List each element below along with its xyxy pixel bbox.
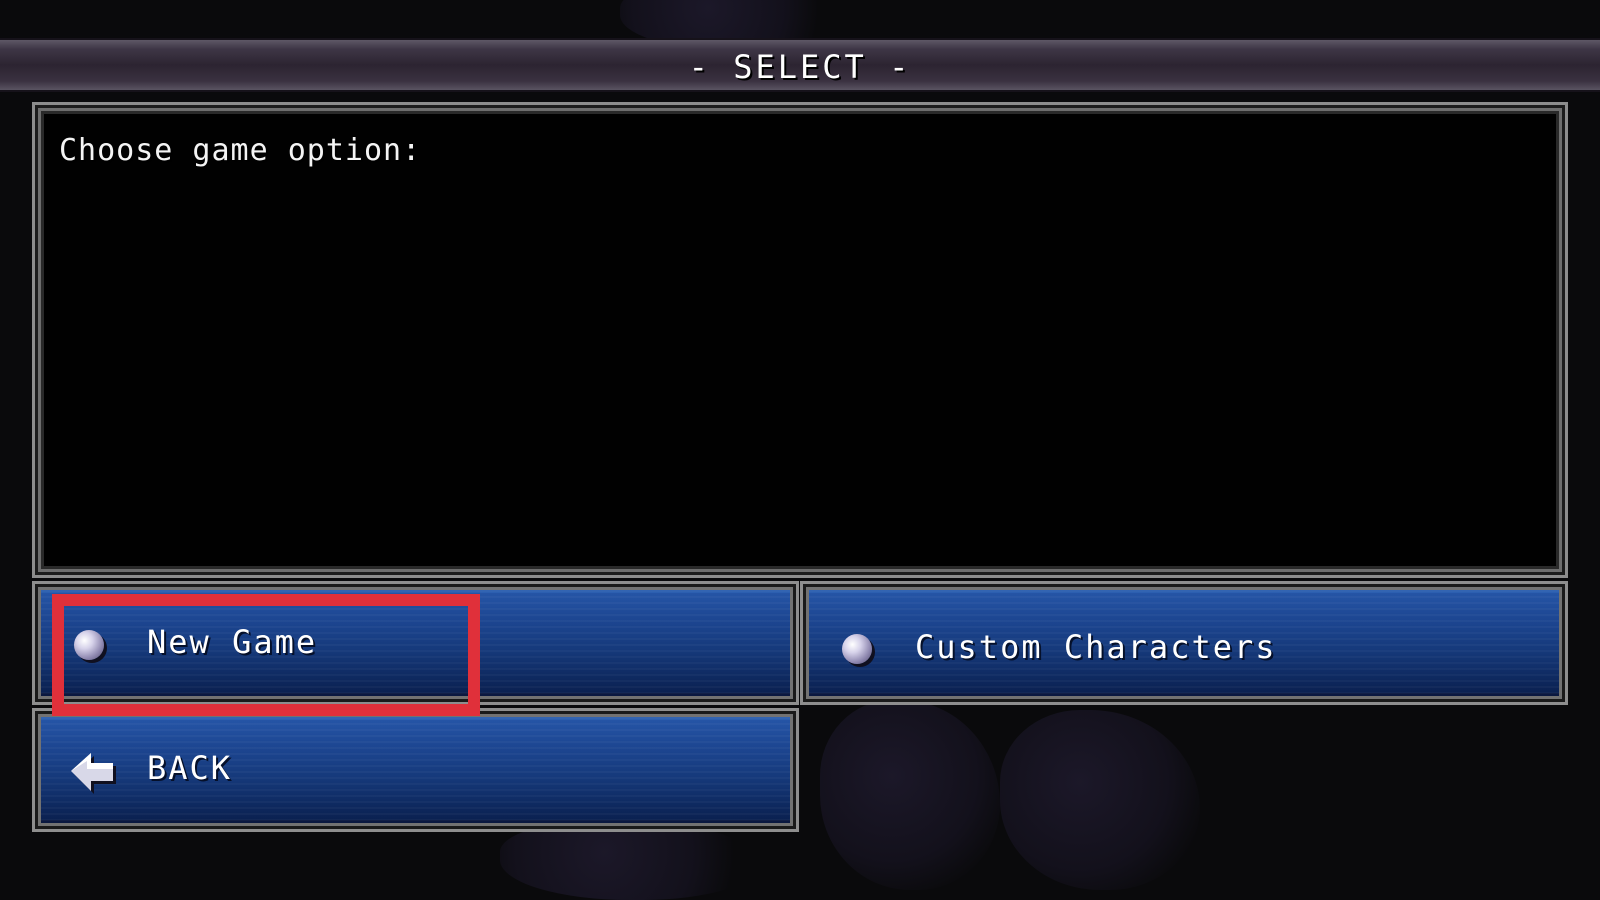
back-button[interactable]: BACK [35,711,796,829]
custom-characters-button[interactable]: Custom Characters [803,584,1565,702]
header-bar: - SELECT - [0,38,1600,92]
orb-icon [74,630,104,660]
back-arrow-icon [67,749,119,801]
new-game-button[interactable]: New Game [35,584,796,702]
message-text: Choose game option: [59,133,422,168]
background-decoration [500,820,760,900]
back-label: BACK [147,749,233,787]
new-game-label: New Game [147,623,318,661]
background-decoration [1000,710,1200,890]
message-box: Choose game option: [35,105,1565,575]
page-title: - SELECT - [688,48,912,86]
orb-icon [842,634,872,664]
background-decoration [820,700,1000,890]
custom-characters-label: Custom Characters [915,628,1277,666]
